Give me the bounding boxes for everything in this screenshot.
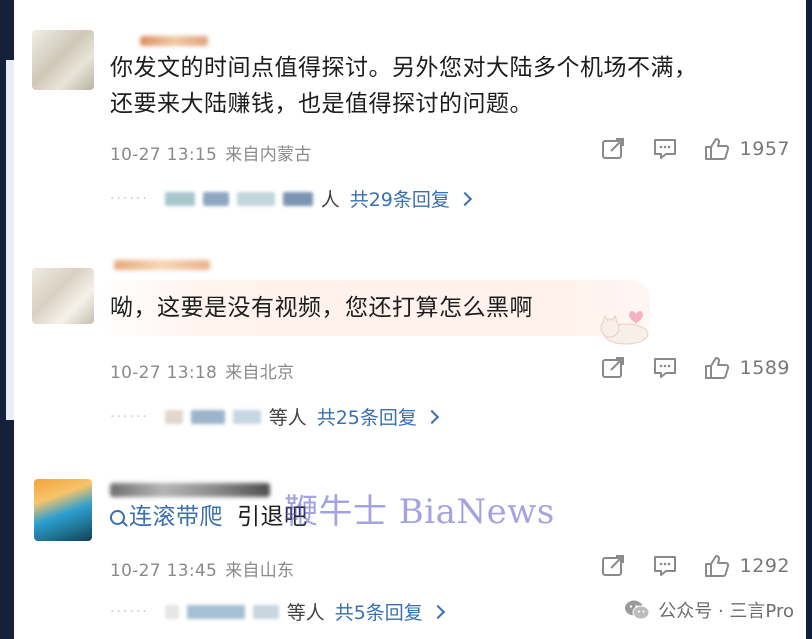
thumbs-up-icon xyxy=(704,138,729,160)
search-link[interactable]: 连滚带爬 xyxy=(110,504,223,530)
comment-actions: 1957 xyxy=(600,137,790,161)
username-blurred[interactable] xyxy=(140,36,208,46)
chevron-right-icon xyxy=(457,191,472,206)
replies-dots: ······ xyxy=(110,190,149,207)
like-count: 1292 xyxy=(739,555,790,577)
like-count: 1957 xyxy=(739,138,790,160)
like-button[interactable]: 1589 xyxy=(704,356,790,380)
username-blurred[interactable] xyxy=(114,260,210,270)
blurred-name xyxy=(282,191,313,206)
wechat-icon xyxy=(625,600,650,620)
like-count: 1589 xyxy=(739,357,790,379)
avatar[interactable] xyxy=(32,30,94,90)
blurred-name xyxy=(190,409,225,424)
replies-preview[interactable]: ······ 等人 共25条回复 xyxy=(110,403,439,430)
username-blurred[interactable] xyxy=(110,483,270,497)
right-background-edge xyxy=(806,0,812,639)
blurred-name xyxy=(164,191,195,206)
comment-location: 来自山东 xyxy=(225,561,295,581)
cat-sticker-icon xyxy=(600,311,649,345)
thumbs-up-icon xyxy=(704,555,729,577)
left-background-edge xyxy=(0,0,14,639)
comment-location: 来自内蒙古 xyxy=(225,145,312,165)
share-icon[interactable] xyxy=(600,554,626,578)
comment-actions: 1589 xyxy=(600,356,790,380)
blurred-name xyxy=(236,191,275,206)
replies-dots: ······ xyxy=(110,603,149,620)
comment-meta: 10-27 13:45 来自山东 xyxy=(110,556,294,581)
search-icon xyxy=(110,510,125,525)
comment-location: 来自北京 xyxy=(225,363,295,383)
watermark: 鞭牛士 BiaNews xyxy=(284,492,555,532)
footer-text: 公众号 · 三言Pro xyxy=(658,601,794,622)
blurred-name xyxy=(252,604,279,619)
comment-actions: 1292 xyxy=(600,554,790,578)
reply-users: 人 xyxy=(320,189,340,211)
reply-count-link[interactable]: 共5条回复 xyxy=(335,598,423,625)
share-icon[interactable] xyxy=(600,356,626,380)
blurred-name xyxy=(164,409,183,424)
replies-dots: ······ xyxy=(110,408,149,425)
like-button[interactable]: 1292 xyxy=(704,554,790,578)
blurred-name xyxy=(186,604,245,619)
comment-meta: 10-27 13:18 来自北京 xyxy=(110,358,294,383)
blurred-name xyxy=(202,191,229,206)
reply-count-link[interactable]: 共25条回复 xyxy=(317,403,417,430)
comment-text: 连滚带爬 引退吧 xyxy=(110,499,308,535)
comment-text-line: 还要来大陆赚钱，也是值得探讨的问题。 xyxy=(110,91,533,117)
reply-count-link[interactable]: 共29条回复 xyxy=(350,185,450,212)
comment-text: 你发文的时间点值得探讨。另外您对大陆多个机场不满， 还要来大陆赚钱，也是值得探讨… xyxy=(110,50,698,122)
chevron-right-icon xyxy=(424,409,439,424)
replies-preview[interactable]: ······ 等人 共5条回复 xyxy=(110,598,445,625)
comment-card-2: 呦，这要是没有视频，您还打算怎么黑啊 10-27 13:18 来自北京 1589 … xyxy=(14,250,806,445)
comment-time: 10-27 13:45 xyxy=(110,561,218,581)
blurred-name xyxy=(232,409,261,424)
comment-text: 呦，这要是没有视频，您还打算怎么黑啊 xyxy=(110,295,533,321)
reply-users: 等人 xyxy=(268,407,307,429)
avatar[interactable] xyxy=(32,268,94,324)
avatar[interactable] xyxy=(34,479,92,541)
comment-meta: 10-27 13:15 来自内蒙古 xyxy=(110,140,312,165)
thumbs-up-icon xyxy=(704,357,729,379)
comment-time: 10-27 13:18 xyxy=(110,363,218,383)
like-button[interactable]: 1957 xyxy=(704,137,790,161)
comment-icon[interactable] xyxy=(652,137,678,161)
search-link-label: 连滚带爬 xyxy=(129,504,223,530)
comment-icon[interactable] xyxy=(652,356,678,380)
comment-icon[interactable] xyxy=(652,554,678,578)
comment-card-1: 你发文的时间点值得探讨。另外您对大陆多个机场不满， 还要来大陆赚钱，也是值得探讨… xyxy=(14,0,806,225)
comment-time: 10-27 13:15 xyxy=(110,145,218,165)
comment-text-line: 你发文的时间点值得探讨。另外您对大陆多个机场不满， xyxy=(110,55,698,81)
share-icon[interactable] xyxy=(600,137,626,161)
chevron-right-icon xyxy=(430,604,445,619)
replies-preview[interactable]: ······ 人 共29条回复 xyxy=(110,185,472,212)
footer-account-mark: 公众号 · 三言Pro xyxy=(624,597,794,623)
reply-users: 等人 xyxy=(286,602,325,624)
blurred-name xyxy=(164,604,179,619)
